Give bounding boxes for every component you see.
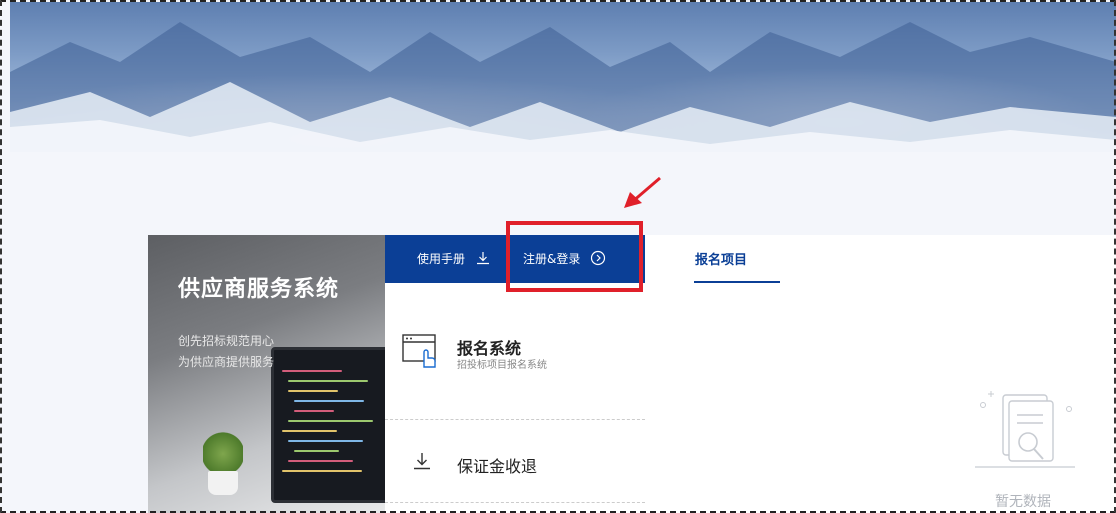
empty-state-text: 暂无数据 bbox=[995, 494, 1051, 510]
menu-item-registration-system[interactable]: 报名系统 招投标项目报名系统 bbox=[385, 283, 645, 419]
registration-system-desc: 招投标项目报名系统 bbox=[457, 360, 547, 371]
supplier-service-panel: 供应商服务系统 创先招标规范用心 为供应商提供服务 bbox=[148, 235, 385, 513]
browser-click-icon bbox=[402, 334, 436, 368]
deposit-refund-title: 保证金收退 bbox=[457, 457, 538, 476]
menu-separator bbox=[385, 502, 645, 503]
plant-pot-image bbox=[208, 471, 238, 495]
tab-registration-projects[interactable]: 报名项目 bbox=[695, 249, 747, 268]
highlight-box bbox=[506, 221, 643, 292]
arrow-icon bbox=[624, 176, 661, 208]
active-tab-underline bbox=[694, 281, 780, 283]
plant-image bbox=[203, 425, 243, 473]
download-icon bbox=[476, 252, 489, 265]
hero-banner bbox=[10, 2, 1116, 152]
user-manual-button[interactable]: 使用手册 bbox=[417, 235, 491, 283]
supplier-panel-subtitle-1: 创先招标规范用心 bbox=[178, 334, 275, 348]
document-search-icon bbox=[975, 391, 1075, 468]
supplier-panel-subtitle-2: 为供应商提供服务 bbox=[178, 355, 275, 369]
supplier-panel-title: 供应商服务系统 bbox=[178, 277, 340, 302]
project-panel: 报名项目 暂无数据 bbox=[645, 235, 1116, 513]
user-manual-label: 使用手册 bbox=[417, 252, 466, 266]
laptop-screen-image bbox=[271, 347, 385, 503]
menu-item-deposit-refund[interactable]: 保证金收退 bbox=[385, 420, 645, 502]
mountain-banner-image bbox=[10, 22, 1116, 152]
download-icon bbox=[414, 453, 430, 470]
